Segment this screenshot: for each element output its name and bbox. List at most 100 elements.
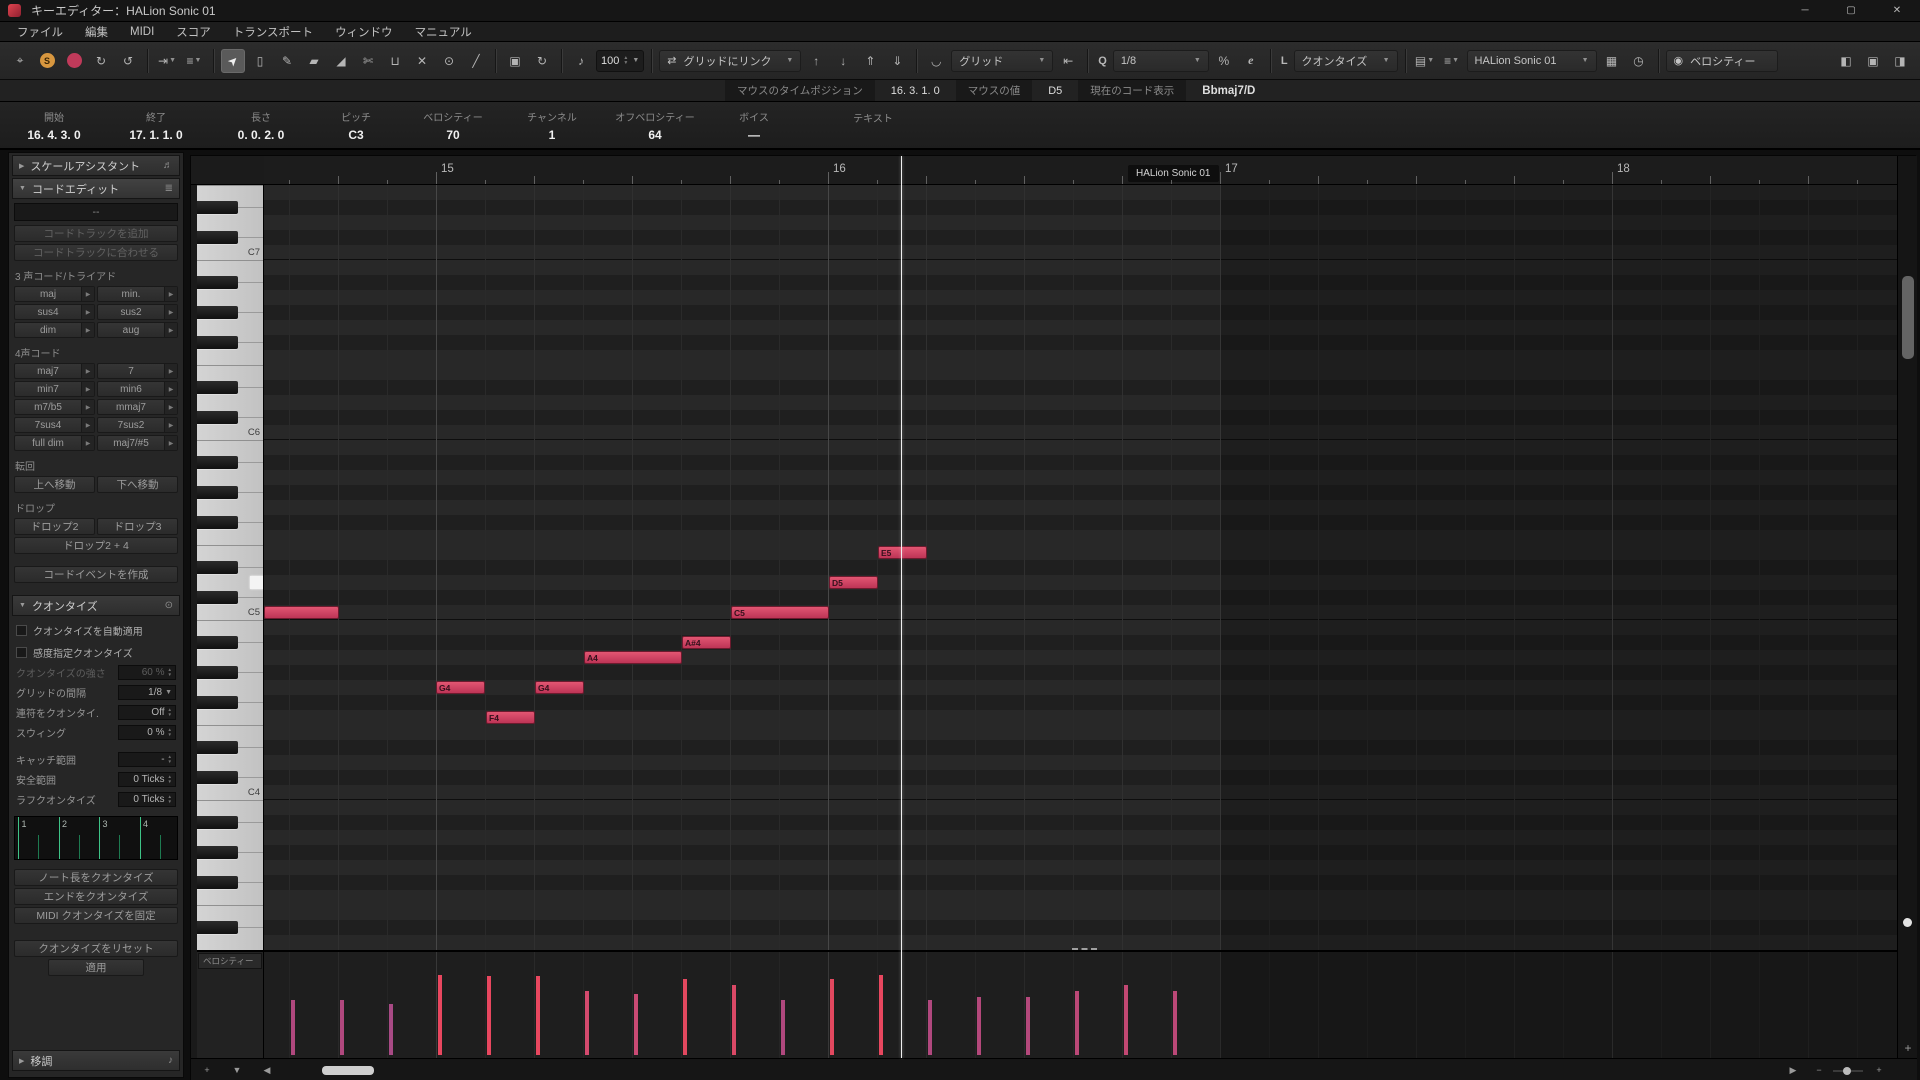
- info-field[interactable]: ボイス—: [710, 102, 798, 148]
- velocity-bar[interactable]: [928, 1000, 932, 1055]
- scroll-right-button[interactable]: ▶: [1783, 1062, 1803, 1078]
- grid-type-dropdown[interactable]: グリッド ▼: [951, 50, 1053, 72]
- add-chord-track-button[interactable]: コードトラックを追加: [14, 225, 178, 242]
- reset-quantize-button[interactable]: クオンタイズをリセット: [14, 940, 178, 957]
- velocity-bar[interactable]: [340, 1000, 344, 1055]
- section-scale-assistant[interactable]: ▶ スケールアシスタント ♬: [12, 155, 180, 176]
- info-field[interactable]: 開始16. 4. 3. 0: [8, 102, 100, 148]
- range-selection-tool[interactable]: ▯: [248, 49, 272, 73]
- note-grid[interactable]: G4F4G4A4A#4C5D5E5: [264, 185, 1897, 950]
- piano-key-black[interactable]: [197, 456, 238, 469]
- pin-editor-button[interactable]: ⌖: [8, 49, 32, 73]
- move-inversion-down-button[interactable]: 下へ移動: [97, 476, 178, 493]
- midi-note-C5[interactable]: C5: [731, 606, 829, 619]
- split-tool[interactable]: ✄: [356, 49, 380, 73]
- zoom-slider-handle[interactable]: [1843, 1067, 1851, 1075]
- section-transpose[interactable]: ▶ 移調 ♪: [12, 1050, 180, 1071]
- piano-key-black[interactable]: [197, 276, 238, 289]
- piano-key-black[interactable]: [197, 636, 238, 649]
- menu-item-4[interactable]: スコア: [165, 24, 222, 40]
- match-chord-track-button[interactable]: コードトラックに合わせる: [14, 244, 178, 261]
- velocity-bar[interactable]: [1026, 997, 1030, 1055]
- menu-item-7[interactable]: マニュアル: [404, 24, 483, 40]
- drop2-button[interactable]: ドロップ2: [14, 518, 95, 535]
- menu-item-6[interactable]: ウィンドウ: [324, 24, 404, 40]
- nudge-settings-button[interactable]: ⇤: [1056, 49, 1080, 73]
- feedback-button[interactable]: ↺: [116, 49, 140, 73]
- retrospective-record-button[interactable]: ↻: [89, 49, 113, 73]
- zoom-slider[interactable]: [1833, 1070, 1863, 1072]
- chord-button-maj75[interactable]: maj7/#5▶: [97, 435, 178, 451]
- record-in-editor-button[interactable]: [62, 49, 86, 73]
- piano-key-black[interactable]: [197, 666, 238, 679]
- object-selection-tool[interactable]: ➤: [221, 49, 245, 73]
- drop24-button[interactable]: ドロップ2 + 4: [14, 537, 178, 554]
- quantize-preset-dropdown[interactable]: 1/8 ▼: [1113, 50, 1209, 72]
- grid-spacing-dropdown[interactable]: 1/8▼: [118, 685, 176, 700]
- velocity-bar[interactable]: [830, 979, 834, 1055]
- velocity-bar[interactable]: [536, 976, 540, 1055]
- part-end-marker[interactable]: [1072, 948, 1097, 950]
- horizontal-scrollbar[interactable]: + ▼ ◀ ▶ − +: [191, 1058, 1917, 1080]
- midi-note-A4[interactable]: A4: [584, 651, 682, 664]
- piano-key-black[interactable]: [197, 591, 238, 604]
- velocity-bar[interactable]: [683, 979, 687, 1055]
- quantize-ends-button[interactable]: エンドをクオンタイズ: [14, 888, 178, 905]
- velocity-bar[interactable]: [438, 975, 442, 1055]
- solo-editor-button[interactable]: S: [35, 49, 59, 73]
- vertical-scroll-thumb[interactable]: [1902, 276, 1914, 359]
- show-part-borders-button[interactable]: ▣: [503, 49, 527, 73]
- chord-button-7[interactable]: 7▶: [97, 363, 178, 379]
- autoscroll-button[interactable]: ⇥▼: [155, 49, 179, 73]
- snap-button[interactable]: ◡: [924, 49, 948, 73]
- velocity-bar[interactable]: [487, 976, 491, 1055]
- iterative-quantize-button[interactable]: %: [1212, 49, 1236, 73]
- create-chord-event-button[interactable]: コードイベントを作成: [14, 566, 178, 583]
- piano-key-black[interactable]: [197, 306, 238, 319]
- triad-button-aug[interactable]: aug▶: [97, 322, 178, 338]
- time-format-button[interactable]: ◷: [1627, 49, 1651, 73]
- info-field[interactable]: チャンネル1: [504, 102, 600, 148]
- quantize-strength-field[interactable]: 60 %▲▼: [118, 665, 176, 680]
- velocity-bar[interactable]: [1075, 991, 1079, 1055]
- section-chord-edit[interactable]: ▼ コードエディット ≣: [12, 178, 180, 199]
- mute-tool[interactable]: ✕: [410, 49, 434, 73]
- setup-toolbar-button[interactable]: ◨: [1888, 49, 1912, 73]
- piano-key-black[interactable]: [197, 336, 238, 349]
- triad-button-sus2[interactable]: sus2▶: [97, 304, 178, 320]
- freeze-quantize-button[interactable]: MIDI クオンタイズを固定: [14, 907, 178, 924]
- piano-key-black[interactable]: [197, 876, 238, 889]
- grid-link-dropdown[interactable]: ⇄ グリッドにリンク ▼: [659, 50, 801, 72]
- apply-quantize-button[interactable]: 適用: [48, 959, 144, 976]
- midi-note-E5[interactable]: E5: [878, 546, 927, 559]
- piano-key-black[interactable]: [197, 816, 238, 829]
- info-field[interactable]: 長さ0. 0. 2. 0: [212, 102, 310, 148]
- chord-button-min6[interactable]: min6▶: [97, 381, 178, 397]
- velocity-bar[interactable]: [1124, 985, 1128, 1055]
- midi-note-As4[interactable]: A#4: [682, 636, 731, 649]
- chord-button-7sus4[interactable]: 7sus4▶: [14, 417, 95, 433]
- maximize-button[interactable]: ▢: [1828, 0, 1874, 21]
- info-field[interactable]: 終了17. 1. 1. 0: [100, 102, 212, 148]
- chord-button-mmaj7[interactable]: mmaj7▶: [97, 399, 178, 415]
- midi-note[interactable]: [264, 606, 339, 619]
- select-settings-button[interactable]: ≡▼: [182, 49, 206, 73]
- piano-key-black[interactable]: [197, 486, 238, 499]
- add-controller-lane-button[interactable]: +: [197, 1062, 217, 1078]
- velocity-bar[interactable]: [389, 1004, 393, 1055]
- line-tool[interactable]: ╱: [464, 49, 488, 73]
- velocity-bar[interactable]: [634, 994, 638, 1055]
- move-up-octave-button[interactable]: ⇑: [858, 49, 882, 73]
- triad-button-sus4[interactable]: sus4▶: [14, 304, 95, 320]
- move-up-button[interactable]: ↑: [804, 49, 828, 73]
- piano-key-black[interactable]: [197, 561, 238, 574]
- midi-note-F4[interactable]: F4: [486, 711, 535, 724]
- swing-field[interactable]: 0 %▲▼: [118, 725, 176, 740]
- chord-button-fulldim[interactable]: full dim▶: [14, 435, 95, 451]
- zoom-tool[interactable]: ⊙: [437, 49, 461, 73]
- info-field[interactable]: テキスト: [798, 102, 948, 148]
- catch-range-field[interactable]: -▲▼: [118, 752, 176, 767]
- tuplet-field[interactable]: Off▲▼: [118, 705, 176, 720]
- piano-keyboard[interactable]: C7C6C5C4: [197, 185, 264, 950]
- quantize-lengths-button[interactable]: ノート長をクオンタイズ: [14, 869, 178, 886]
